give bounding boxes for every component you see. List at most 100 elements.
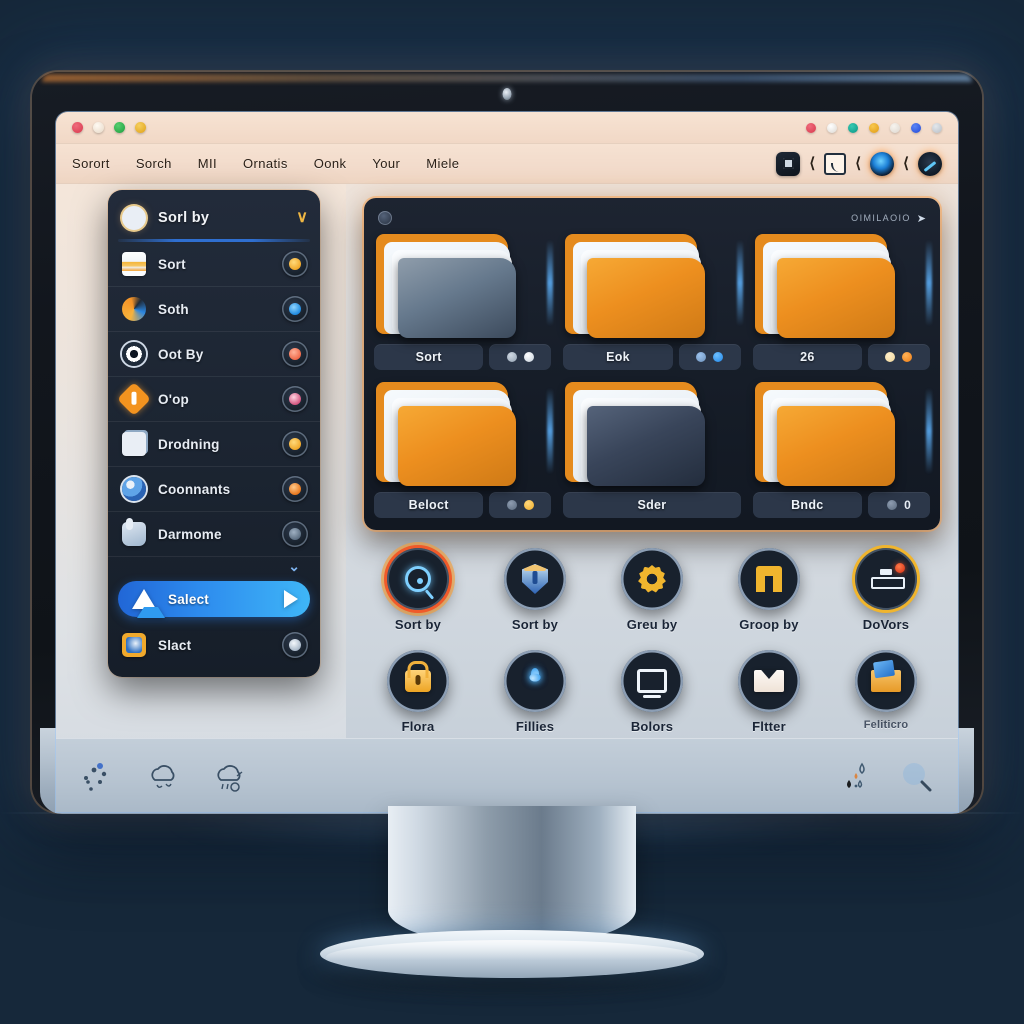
sidebar-item-soth[interactable]: Soth bbox=[108, 287, 320, 332]
action-button-dovors[interactable]: DoVors bbox=[838, 548, 934, 632]
sidebar-item-label: Drodning bbox=[158, 436, 220, 452]
action-button-circle[interactable] bbox=[621, 548, 683, 610]
chevron-left-icon-2[interactable]: ⟨ bbox=[855, 156, 861, 171]
folder-card[interactable]: Sort bbox=[374, 232, 554, 370]
action-button-circle[interactable] bbox=[855, 650, 917, 712]
action-button-feliticro[interactable]: Feliticro bbox=[838, 650, 934, 734]
action-button-circle[interactable] bbox=[387, 650, 449, 712]
monitor-stand-base bbox=[320, 930, 704, 978]
status-dot-grey bbox=[932, 122, 942, 133]
chevron-double-down-icon[interactable]: ⌄ bbox=[288, 559, 300, 573]
action-button-bolors[interactable]: Bolors bbox=[604, 650, 700, 734]
folder-badge-count: 0 bbox=[904, 498, 911, 512]
folder-card[interactable]: Bndc 0 bbox=[752, 380, 932, 518]
folder-card[interactable]: Sder bbox=[563, 380, 741, 518]
action-button-sort-by-1[interactable]: Sort by bbox=[370, 548, 466, 632]
minimize-dot[interactable] bbox=[93, 122, 104, 133]
sidebar-item-oop[interactable]: O'op bbox=[108, 377, 320, 422]
sidebar-expand-row[interactable]: ⌄ bbox=[108, 557, 320, 579]
menu-item-5[interactable]: Your bbox=[372, 156, 400, 171]
folder-badges bbox=[489, 492, 552, 518]
action-button-sort-by-2[interactable]: Sort by bbox=[487, 548, 583, 632]
action-button-circle[interactable] bbox=[621, 650, 683, 712]
hand-icon bbox=[122, 518, 146, 546]
window-body: Sorl by ∨ Sort Soth Oot By O'op Drodning… bbox=[56, 184, 958, 812]
action-button-circle[interactable] bbox=[738, 548, 800, 610]
note-icon[interactable] bbox=[824, 152, 847, 175]
sidebar-item-knob[interactable] bbox=[282, 521, 308, 547]
blue-orb-icon[interactable] bbox=[870, 151, 895, 176]
folder-meta: Eok bbox=[563, 344, 741, 370]
sidebar-item-sort[interactable]: Sort bbox=[108, 242, 320, 287]
sidebar-header[interactable]: Sorl by ∨ bbox=[108, 194, 320, 242]
water-drops-icon[interactable] bbox=[840, 756, 880, 796]
menu-item-3[interactable]: Ornatis bbox=[243, 156, 288, 171]
menu-item-4[interactable]: Oonk bbox=[314, 156, 347, 171]
sidebar-item-knob[interactable] bbox=[282, 386, 308, 412]
sidebar-item-knob[interactable] bbox=[282, 296, 308, 322]
folder-front bbox=[587, 258, 706, 338]
chevron-down-icon[interactable]: ∨ bbox=[296, 210, 308, 226]
close-dot[interactable] bbox=[72, 122, 83, 133]
sidebar-item-selected[interactable]: Salect bbox=[118, 581, 310, 618]
window-controls[interactable] bbox=[72, 122, 146, 133]
cloud-rain-icon[interactable] bbox=[210, 756, 250, 796]
statusbar bbox=[56, 738, 958, 812]
sidebar-item-knob[interactable] bbox=[282, 476, 308, 502]
sidebar-item-label: Soth bbox=[158, 301, 189, 317]
alert-dot-icon bbox=[895, 563, 905, 573]
sidebar-item-knob[interactable] bbox=[282, 341, 308, 367]
chevron-left-icon-3[interactable]: ⟨ bbox=[903, 156, 909, 171]
sidebar-header-label: Sorl by bbox=[158, 210, 210, 226]
menu-item-0[interactable]: Sorort bbox=[72, 156, 110, 171]
spiral-icon bbox=[122, 297, 146, 321]
sidebar-item-drodning[interactable]: Drodning bbox=[108, 422, 320, 467]
chevron-left-icon-1[interactable]: ⟨ bbox=[809, 156, 815, 171]
menu-item-2[interactable]: MII bbox=[198, 156, 217, 171]
slash-orb-icon[interactable] bbox=[918, 151, 942, 176]
folder-meta: Beloct bbox=[374, 492, 552, 518]
play-icon[interactable] bbox=[284, 590, 298, 608]
cloud-icon[interactable] bbox=[144, 756, 184, 796]
sidebar-item-label: O'op bbox=[158, 391, 190, 407]
arrow-right-icon[interactable]: ➤ bbox=[917, 212, 926, 225]
action-button-circle[interactable] bbox=[504, 548, 566, 610]
sidebar-item-knob[interactable] bbox=[282, 632, 308, 658]
action-button-circle[interactable] bbox=[738, 650, 800, 712]
network-graph-icon[interactable] bbox=[78, 756, 118, 796]
folder-card[interactable]: Beloct bbox=[374, 380, 554, 518]
sidebar-item-oot-by[interactable]: Oot By bbox=[108, 332, 320, 377]
action-button-label: Fltter bbox=[752, 719, 786, 734]
list-lines-icon bbox=[122, 252, 146, 276]
action-button-circle[interactable] bbox=[504, 650, 566, 712]
action-button-fillies[interactable]: Fillies bbox=[487, 650, 583, 734]
sidebar-item-knob[interactable] bbox=[282, 431, 308, 457]
action-button-greu-by[interactable]: Greu by bbox=[604, 548, 700, 632]
sidebar-item-coonnants[interactable]: Coonnants bbox=[108, 467, 320, 512]
folder-front bbox=[398, 406, 516, 486]
search-icon[interactable] bbox=[896, 756, 936, 796]
panel-toggle-icon[interactable] bbox=[776, 151, 801, 176]
folder-badge-dot bbox=[885, 352, 896, 362]
sidebar-item-darmome[interactable]: Darmome bbox=[108, 512, 320, 557]
folder-stack bbox=[753, 380, 932, 488]
action-button-fltter[interactable]: Fltter bbox=[721, 650, 817, 734]
folder-card[interactable]: 26 bbox=[752, 232, 932, 370]
flower-icon bbox=[522, 668, 548, 694]
folder-badge-dot bbox=[506, 352, 517, 362]
folder-card[interactable]: Eok bbox=[563, 232, 743, 370]
mail-open-icon bbox=[871, 670, 901, 692]
sidebar-item-knob[interactable] bbox=[282, 251, 308, 277]
action-button-circle[interactable] bbox=[855, 548, 917, 610]
action-button-flora[interactable]: Flora bbox=[370, 650, 466, 734]
shield-icon bbox=[522, 564, 548, 594]
maximize-dot[interactable] bbox=[114, 122, 125, 133]
menu-item-1[interactable]: Sorch bbox=[136, 156, 172, 171]
menu-item-6[interactable]: Miele bbox=[426, 156, 459, 171]
extra-dot[interactable] bbox=[135, 122, 146, 133]
action-button-circle[interactable] bbox=[387, 548, 449, 610]
folder-edge-glow bbox=[925, 388, 932, 474]
action-button-groop-by[interactable]: Groop by bbox=[721, 548, 817, 632]
sidebar-item-label: Coonnants bbox=[158, 481, 231, 497]
sidebar-item-slact[interactable]: Slact bbox=[108, 623, 320, 667]
